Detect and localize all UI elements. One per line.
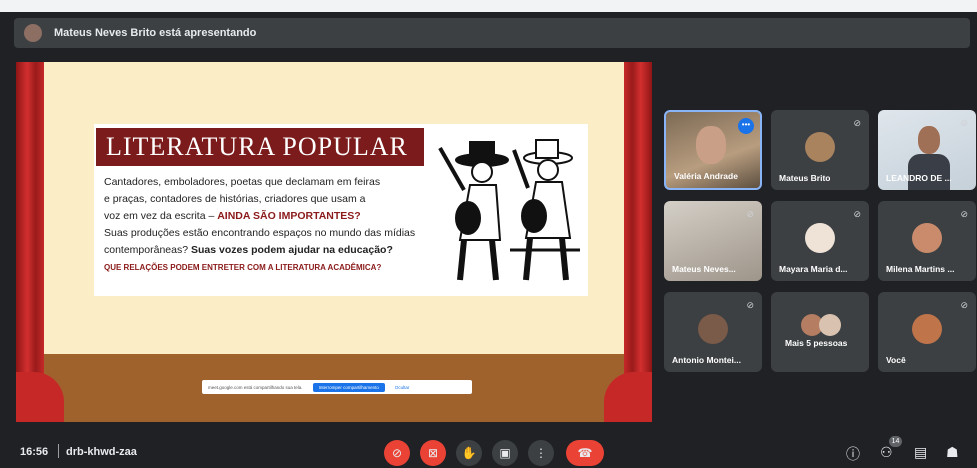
participant-tile[interactable]: ⊘ Mayara Maria d... xyxy=(771,201,869,281)
mic-off-icon: ⊘ xyxy=(746,209,754,219)
participant-tile[interactable]: ••• Valéria Andrade xyxy=(664,110,762,190)
mic-off-icon: ⊘ xyxy=(960,209,968,219)
slide-line: e praças, contadores de histórias, criad… xyxy=(104,193,366,205)
presenter-banner: Mateus Neves Brito está apresentando xyxy=(14,18,970,48)
curtain-left xyxy=(16,62,44,422)
browser-top-strip xyxy=(0,0,977,12)
slide-line: Cantadores, emboladores, poetas que decl… xyxy=(104,176,381,188)
slide-text: voz em vez da escrita – xyxy=(104,210,218,222)
participant-name: LEANDRO DE ... xyxy=(886,173,952,183)
participant-name: Antonio Montei... xyxy=(672,355,741,365)
participant-video-body xyxy=(908,154,950,190)
participant-video xyxy=(696,126,726,164)
presenter-label: Mateus Neves Brito está apresentando xyxy=(54,27,257,39)
info-icon[interactable]: ⓘ xyxy=(846,444,860,464)
participant-tile[interactable]: ⊘ Mateus Neves... xyxy=(664,201,762,281)
participant-name: Mateus Neves... xyxy=(672,264,736,274)
mic-off-icon[interactable]: ⊘ xyxy=(384,440,410,466)
participant-tile[interactable]: ⊘ Mateus Brito xyxy=(771,110,869,190)
participant-name: Você xyxy=(886,355,906,365)
participant-video xyxy=(918,126,940,154)
participant-name: Valéria Andrade xyxy=(674,171,738,181)
mic-off-icon: ⊘ xyxy=(746,300,754,310)
shared-screen: LITERATURA POPULAR Cantadores, embolador… xyxy=(16,62,652,422)
avatar xyxy=(698,314,728,344)
participant-tile[interactable]: ⊘ LEANDRO DE ... xyxy=(878,110,976,190)
participant-tile[interactable]: Mais 5 pessoas xyxy=(771,292,869,372)
meeting-code: drb-khwd-zaa xyxy=(66,446,137,458)
curtain-right xyxy=(624,62,652,422)
more-options-icon[interactable]: ⋮ xyxy=(528,440,554,466)
participant-name: Mais 5 pessoas xyxy=(785,338,848,348)
raise-hand-icon[interactable]: ✋ xyxy=(456,440,482,466)
avatar xyxy=(805,132,835,162)
participant-name: Mateus Brito xyxy=(779,173,831,183)
participant-name: Milena Martins ... xyxy=(886,264,955,274)
participant-tile[interactable]: ⊘ Você xyxy=(878,292,976,372)
share-notice-text: meet.google.com está compartilhando sua … xyxy=(208,384,303,390)
stop-sharing-button[interactable]: Interromper compartilhamento xyxy=(312,382,385,392)
activities-icon[interactable]: ☗ xyxy=(946,444,959,461)
slide-line: contemporâneas? Suas vozes podem ajudar … xyxy=(104,242,434,259)
slide-line: voz em vez da escrita – AINDA SÃO IMPORT… xyxy=(104,208,434,225)
avatar xyxy=(912,314,942,344)
screen-share-notice: meet.google.com está compartilhando sua … xyxy=(202,380,472,394)
slide-line: Suas produções estão encontrando espaços… xyxy=(104,227,416,239)
participant-tile[interactable]: ⊘ Antonio Montei... xyxy=(664,292,762,372)
meeting-time: 16:56 xyxy=(20,446,49,458)
mic-off-icon: ⊘ xyxy=(960,118,968,128)
avatar xyxy=(805,223,835,253)
presenter-avatar xyxy=(24,24,42,42)
divider xyxy=(58,444,59,458)
musicians-illustration xyxy=(438,139,580,281)
meeting-control-bar: 16:56 drb-khwd-zaa ⊘ ⊠ ✋ ▣ ⋮ ☎ ⓘ ⚇ 14 ▤ … xyxy=(0,432,977,468)
mic-off-icon: ⊘ xyxy=(960,300,968,310)
slide-card: LITERATURA POPULAR Cantadores, embolador… xyxy=(94,124,588,296)
slide-text: contemporâneas? xyxy=(104,244,191,256)
participant-tile[interactable]: ⊘ Milena Martins ... xyxy=(878,201,976,281)
mic-off-icon: ⊘ xyxy=(853,118,861,128)
hide-notice-button[interactable]: Ocultar xyxy=(395,385,410,390)
avatar xyxy=(819,314,841,336)
mic-off-icon: ⊘ xyxy=(853,209,861,219)
slide-highlight: AINDA SÃO IMPORTANTES? xyxy=(217,210,361,222)
slide-emphasis: Suas vozes podem ajudar na educação? xyxy=(190,244,393,256)
chat-icon[interactable]: ▤ xyxy=(914,444,927,461)
present-icon[interactable]: ▣ xyxy=(492,440,518,466)
participant-name: Mayara Maria d... xyxy=(779,264,848,274)
avatar xyxy=(912,223,942,253)
more-options-icon[interactable]: ••• xyxy=(738,118,754,134)
camera-off-icon[interactable]: ⊠ xyxy=(420,440,446,466)
people-icon[interactable]: ⚇ xyxy=(880,444,893,461)
slide-question: QUE RELAÇÕES PODEM ENTRETER COM A LITERA… xyxy=(104,263,382,272)
end-call-icon[interactable]: ☎ xyxy=(566,440,604,466)
participant-count-badge: 14 xyxy=(889,436,902,447)
slide-body: Cantadores, emboladores, poetas que decl… xyxy=(104,174,434,276)
slide-title: LITERATURA POPULAR xyxy=(96,128,424,166)
